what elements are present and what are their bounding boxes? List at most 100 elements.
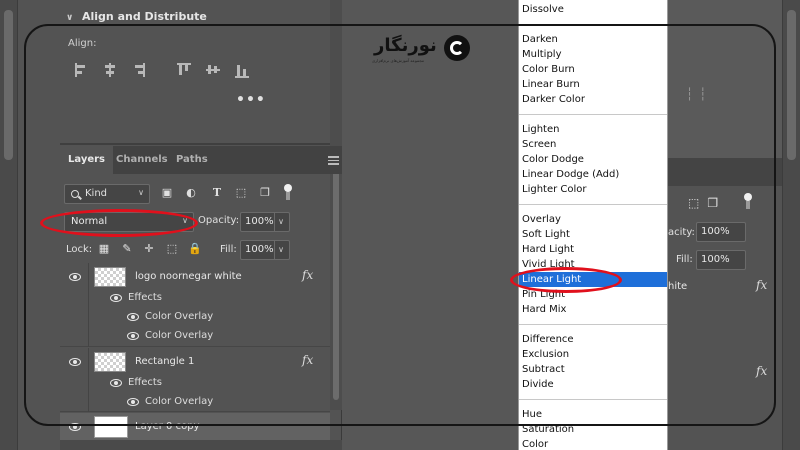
align-left-edges-icon[interactable]: [74, 62, 90, 78]
blend-mode-option[interactable]: Darken: [519, 32, 667, 47]
blend-mode-option[interactable]: Darker Color: [519, 92, 667, 107]
blend-mode-option[interactable]: Color Burn: [519, 62, 667, 77]
blend-mode-option[interactable]: Pin Light: [519, 287, 667, 302]
filter-shape-icon[interactable]: ⬚: [234, 186, 248, 200]
layer-thumbnail: [94, 416, 128, 438]
blend-mode-option[interactable]: Linear Burn: [519, 77, 667, 92]
opacity-input[interactable]: 100% ∨: [240, 212, 290, 232]
menu-separator: [519, 24, 667, 25]
blend-mode-option[interactable]: Color Dodge: [519, 152, 667, 167]
align-bottom-edges-icon[interactable]: [234, 62, 250, 78]
blend-mode-value: Normal: [71, 216, 108, 227]
effect-item[interactable]: Color Overlay: [145, 330, 213, 341]
layer-effects-fx-icon[interactable]: fx: [302, 353, 313, 367]
blend-mode-option[interactable]: Linear Dodge (Add): [519, 167, 667, 182]
layer-filter-kind-select[interactable]: Kind ∨: [64, 184, 150, 204]
blend-mode-option[interactable]: Hard Light: [519, 242, 667, 257]
lock-artboard-icon[interactable]: ⬚: [165, 242, 179, 256]
blend-mode-option[interactable]: Screen: [519, 137, 667, 152]
visibility-eye-icon[interactable]: [110, 294, 122, 302]
layer-effects-fx-icon[interactable]: fx: [756, 364, 767, 378]
panel-scrollbar[interactable]: [330, 0, 342, 410]
blend-mode-select[interactable]: Normal ∨: [64, 212, 194, 232]
logo-wordmark: نورنگار: [374, 35, 437, 56]
lock-transparent-pixels-icon[interactable]: ▦: [97, 242, 111, 256]
blend-mode-option[interactable]: Overlay: [519, 212, 667, 227]
fill-value: 100%: [245, 244, 274, 255]
blend-mode-option[interactable]: Linear Light: [519, 272, 667, 287]
blend-mode-option[interactable]: Hard Mix: [519, 302, 667, 317]
align-distribute-icon[interactable]: ┆┆: [686, 87, 712, 101]
align-section-header[interactable]: ∨ Align and Distribute: [60, 10, 330, 30]
left-scrollbar[interactable]: [0, 0, 18, 450]
chevron-down-icon[interactable]: ∨: [274, 241, 287, 259]
visibility-eye-icon[interactable]: [110, 379, 122, 387]
visibility-eye-icon[interactable]: [69, 273, 81, 281]
blend-mode-option[interactable]: Exclusion: [519, 347, 667, 362]
blend-mode-option[interactable]: Color: [519, 437, 667, 450]
layer-name[interactable]: Rectangle 1: [135, 356, 194, 367]
effects-label[interactable]: Effects: [128, 377, 162, 388]
align-vertical-centers-icon[interactable]: [205, 62, 221, 78]
filter-icons-partial[interactable]: ⬚❐: [688, 196, 726, 210]
blend-mode-option[interactable]: Dissolve: [519, 2, 667, 17]
align-top-edges-icon[interactable]: [176, 62, 192, 78]
filter-smart-object-icon[interactable]: ❐: [258, 186, 272, 200]
layer-effects-fx-icon[interactable]: fx: [756, 278, 767, 292]
panel-menu-icon[interactable]: [328, 156, 339, 165]
right-scrollbar-thumb[interactable]: [787, 10, 796, 160]
fill-input[interactable]: 100% ∨: [240, 240, 290, 260]
blend-mode-option[interactable]: Soft Light: [519, 227, 667, 242]
filter-adjustment-icon[interactable]: ◐: [184, 186, 198, 200]
tab-paths[interactable]: Paths: [168, 146, 216, 174]
visibility-eye-icon[interactable]: [69, 423, 81, 431]
blend-mode-option[interactable]: Saturation: [519, 422, 667, 437]
layer-name-partial[interactable]: hite: [668, 281, 687, 292]
blend-mode-option[interactable]: Divide: [519, 377, 667, 392]
lock-position-move-icon[interactable]: ✛: [142, 242, 156, 256]
search-icon: [71, 190, 79, 198]
opacity-input[interactable]: 100%: [696, 222, 746, 242]
left-scrollbar-thumb[interactable]: [4, 10, 13, 160]
effect-item[interactable]: Color Overlay: [145, 311, 213, 322]
blend-mode-option[interactable]: Lighter Color: [519, 182, 667, 197]
layers-tabbar: Layers Channels Paths: [60, 146, 342, 174]
layer-name[interactable]: logo noornegar white: [135, 271, 242, 282]
panel-scrollbar-thumb[interactable]: [333, 150, 339, 400]
blend-mode-option[interactable]: Vivid Light: [519, 257, 667, 272]
align-more-options[interactable]: •••: [236, 92, 266, 108]
opacity-value: 100%: [245, 216, 274, 227]
layer-effects-fx-icon[interactable]: fx: [302, 268, 313, 282]
layers-list: logo noornegar white fx Effects Color Ov…: [60, 263, 330, 450]
fill-value: 100%: [701, 254, 730, 265]
visibility-eye-icon[interactable]: [127, 398, 139, 406]
chevron-down-icon[interactable]: ∨: [66, 13, 82, 23]
layer-row[interactable]: Rectangle 1 fx Effects Color Overlay: [60, 348, 330, 412]
blend-mode-option[interactable]: Subtract: [519, 362, 667, 377]
visibility-eye-icon[interactable]: [69, 358, 81, 366]
lock-all-icon[interactable]: 🔒: [188, 242, 202, 256]
filter-toggle-switch[interactable]: [744, 193, 752, 209]
visibility-eye-icon[interactable]: [127, 332, 139, 340]
effects-label[interactable]: Effects: [128, 292, 162, 303]
filter-toggle-switch[interactable]: [284, 184, 292, 200]
opacity-label: Opacity:: [198, 215, 240, 226]
tab-layers[interactable]: Layers: [60, 146, 113, 174]
blend-mode-option[interactable]: Hue: [519, 407, 667, 422]
blend-mode-option[interactable]: Multiply: [519, 47, 667, 62]
align-horizontal-centers-icon[interactable]: [102, 62, 118, 78]
align-right-edges-icon[interactable]: [130, 62, 146, 78]
filter-pixel-image-icon[interactable]: ▣: [160, 186, 174, 200]
layer-row[interactable]: logo noornegar white fx Effects Color Ov…: [60, 263, 330, 347]
visibility-eye-icon[interactable]: [127, 313, 139, 321]
lock-image-pixels-brush-icon[interactable]: ✎: [120, 242, 134, 256]
fill-input[interactable]: 100%: [696, 250, 746, 270]
chevron-down-icon[interactable]: ∨: [274, 213, 287, 231]
blend-mode-option[interactable]: Lighten: [519, 122, 667, 137]
tab-channels[interactable]: Channels: [108, 146, 176, 174]
menu-separator: [519, 204, 667, 205]
effect-item[interactable]: Color Overlay: [145, 396, 213, 407]
layer-name[interactable]: Layer 0 copy: [135, 421, 199, 432]
filter-type-icon[interactable]: T: [210, 186, 224, 200]
blend-mode-option[interactable]: Difference: [519, 332, 667, 347]
